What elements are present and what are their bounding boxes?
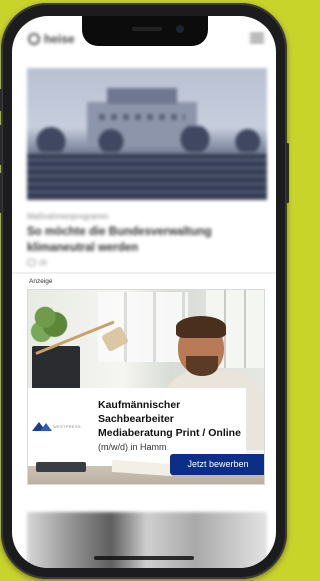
phone-volume-down-button xyxy=(0,173,2,213)
phone-power-button xyxy=(286,143,289,203)
comment-count: 26 xyxy=(39,260,47,267)
advertiser-name: WESTPRESS xyxy=(53,424,81,430)
article-hero-image[interactable] xyxy=(27,68,267,200)
article-headline[interactable]: So möchte die Bundesverwaltung klimaneut… xyxy=(27,224,267,256)
plant-shape xyxy=(30,298,68,346)
job-ad-banner[interactable]: WESTPRESS Kaufmännischer Sachbearbeiter … xyxy=(27,289,265,485)
office-window-shape xyxy=(98,292,188,362)
site-logo[interactable]: heise xyxy=(28,32,75,46)
article-kicker: Maßnahmenprogramm xyxy=(27,212,109,221)
apply-now-button[interactable]: Jetzt bewerben xyxy=(170,454,264,475)
speaker-grille xyxy=(132,27,162,31)
advertiser-logo-icon-secondary xyxy=(40,422,52,431)
ad-label: Anzeige xyxy=(29,278,53,285)
menu-icon[interactable] xyxy=(250,33,264,43)
keyboard-shape xyxy=(36,462,86,472)
home-indicator[interactable] xyxy=(94,556,194,560)
job-title: Kaufmännischer Sachbearbeiter Mediaberat… xyxy=(98,399,241,439)
front-camera xyxy=(176,25,184,33)
section-divider xyxy=(12,272,276,274)
phone-notch xyxy=(82,16,208,46)
phone-screen: heise Maßnahmenprogramm So möchte die Bu… xyxy=(12,16,276,568)
phone-frame: heise Maßnahmenprogramm So möchte die Bu… xyxy=(0,3,289,579)
article-comments[interactable]: 26 xyxy=(27,259,47,267)
trees-shape xyxy=(27,126,267,152)
logo-icon xyxy=(28,33,40,45)
advertiser-logo: WESTPRESS xyxy=(32,418,86,436)
phone-side-button xyxy=(0,89,2,111)
comment-icon xyxy=(27,259,36,266)
person-beard-shape xyxy=(186,356,218,376)
water-shape xyxy=(27,154,267,200)
phone-volume-up-button xyxy=(0,125,2,165)
person-hair-shape xyxy=(176,316,226,338)
job-meta: (m/w/d) in Hamm xyxy=(98,442,167,452)
site-logo-text: heise xyxy=(44,32,75,46)
